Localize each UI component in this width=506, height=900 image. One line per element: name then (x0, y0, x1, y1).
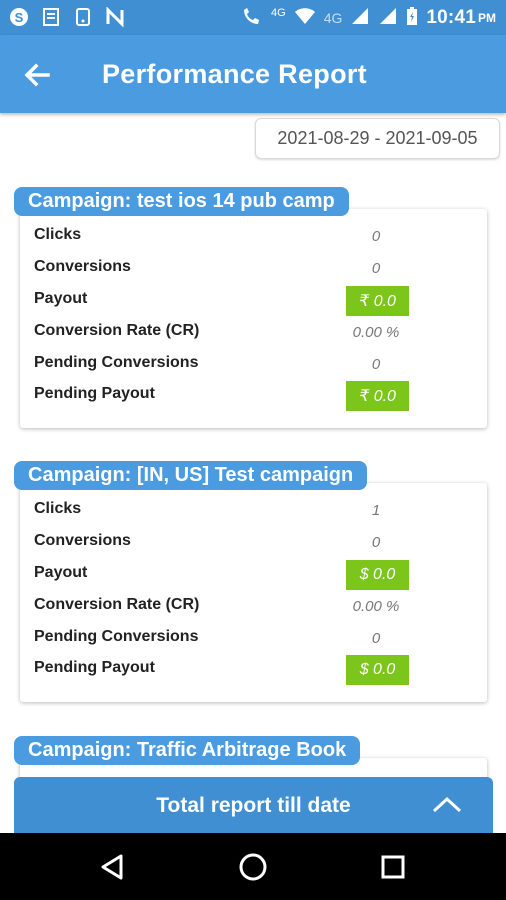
chevron-up-icon[interactable] (429, 791, 465, 819)
campaign-title: Campaign: [IN, US] Test campaign (14, 461, 368, 490)
stat-label: Pending Conversions (34, 628, 199, 645)
stat-label: Conversions (34, 258, 131, 275)
stat-row-payout: Payout $ 0.0 (34, 560, 474, 590)
campaign-card: Campaign: test ios 14 pub camp Clicks 0 … (14, 187, 487, 432)
stat-row-payout: Payout ₹ 0.0 (34, 286, 474, 316)
total-report-label: Total report till date (156, 794, 351, 817)
recents-square-icon[interactable] (377, 851, 409, 883)
stat-value: 0 (371, 228, 381, 245)
system-nav-bar (0, 833, 506, 900)
stat-value: 0 (371, 356, 381, 373)
stat-label: Conversions (34, 532, 131, 549)
stat-label: Pending Payout (34, 385, 155, 402)
stat-row-conversions: Conversions 0 (34, 254, 474, 284)
payout-badge: ₹ 0.0 (346, 286, 409, 316)
n-app-icon (104, 6, 126, 28)
wifi-icon (294, 7, 316, 29)
stat-row-conversions: Conversions 0 (34, 528, 474, 558)
campaign-stats: Clicks 0 Conversions 0 Payout ₹ 0.0 Conv… (20, 209, 487, 428)
campaign-card: Campaign: Traffic Arbitrage Book (14, 736, 487, 788)
stat-row-pending-payout: Pending Payout ₹ 0.0 (34, 381, 474, 411)
app-bar: Performance Report (0, 35, 506, 113)
pending-payout-badge: $ 0.0 (346, 655, 409, 685)
network-label-secondary: 4G (323, 10, 343, 26)
signal-icon (350, 7, 370, 29)
stat-value: 0 (371, 630, 381, 647)
date-range-text: 2021-08-29 - 2021-09-05 (277, 128, 478, 148)
stat-row-pending-conversions: Pending Conversions 0 (34, 624, 474, 654)
home-circle-icon[interactable] (237, 851, 269, 883)
page-title: Performance Report (102, 59, 367, 89)
campaign-title: Campaign: Traffic Arbitrage Book (14, 736, 361, 765)
stat-row-clicks: Clicks 0 (34, 222, 474, 252)
news-icon (40, 6, 62, 28)
stat-row-conversion-rate: Conversion Rate (CR) 0.00 % (34, 318, 474, 348)
stat-label: Pending Payout (34, 659, 155, 676)
stat-label: Conversion Rate (CR) (34, 322, 200, 339)
stat-row-clicks: Clicks 1 (34, 496, 474, 526)
stat-row-pending-conversions: Pending Conversions 0 (34, 350, 474, 380)
back-arrow-icon[interactable] (20, 57, 56, 93)
total-report-panel[interactable]: Total report till date (14, 777, 493, 833)
stat-value: 1 (371, 502, 381, 519)
clock: 10:41 (426, 7, 476, 28)
campaign-stats: Clicks 1 Conversions 0 Payout $ 0.0 Conv… (20, 483, 487, 702)
stat-label: Payout (34, 290, 88, 307)
stat-label: Clicks (34, 226, 82, 243)
date-range-picker[interactable]: 2021-08-29 - 2021-09-05 (255, 118, 500, 159)
stat-row-conversion-rate: Conversion Rate (CR) 0.00 % (34, 592, 474, 622)
stat-value: 0.00 % (352, 598, 400, 615)
signal-icon-2 (378, 7, 398, 29)
skype-icon: S (8, 6, 30, 28)
campaign-card: Campaign: [IN, US] Test campaign Clicks … (14, 461, 487, 706)
svg-text:S: S (15, 10, 24, 25)
pending-payout-badge: ₹ 0.0 (346, 381, 409, 411)
stat-value: 0 (371, 534, 381, 551)
stat-label: Conversion Rate (CR) (34, 596, 200, 613)
stat-value: 0.00 % (352, 324, 400, 341)
stat-label: Payout (34, 564, 88, 581)
status-bar: S 4G 4G 10:41 PM (0, 0, 506, 35)
stat-value: 0 (371, 260, 381, 277)
back-triangle-icon[interactable] (97, 851, 129, 883)
call-signal-icon (241, 6, 263, 30)
network-label: 4G (271, 7, 286, 19)
phone-app-icon (72, 6, 94, 28)
battery-icon (406, 6, 418, 30)
campaign-title: Campaign: test ios 14 pub camp (14, 187, 349, 216)
clock-ampm: PM (478, 11, 496, 25)
payout-badge: $ 0.0 (346, 560, 409, 590)
stat-row-pending-payout: Pending Payout $ 0.0 (34, 655, 474, 685)
stat-label: Clicks (34, 500, 82, 517)
stat-label: Pending Conversions (34, 354, 199, 371)
